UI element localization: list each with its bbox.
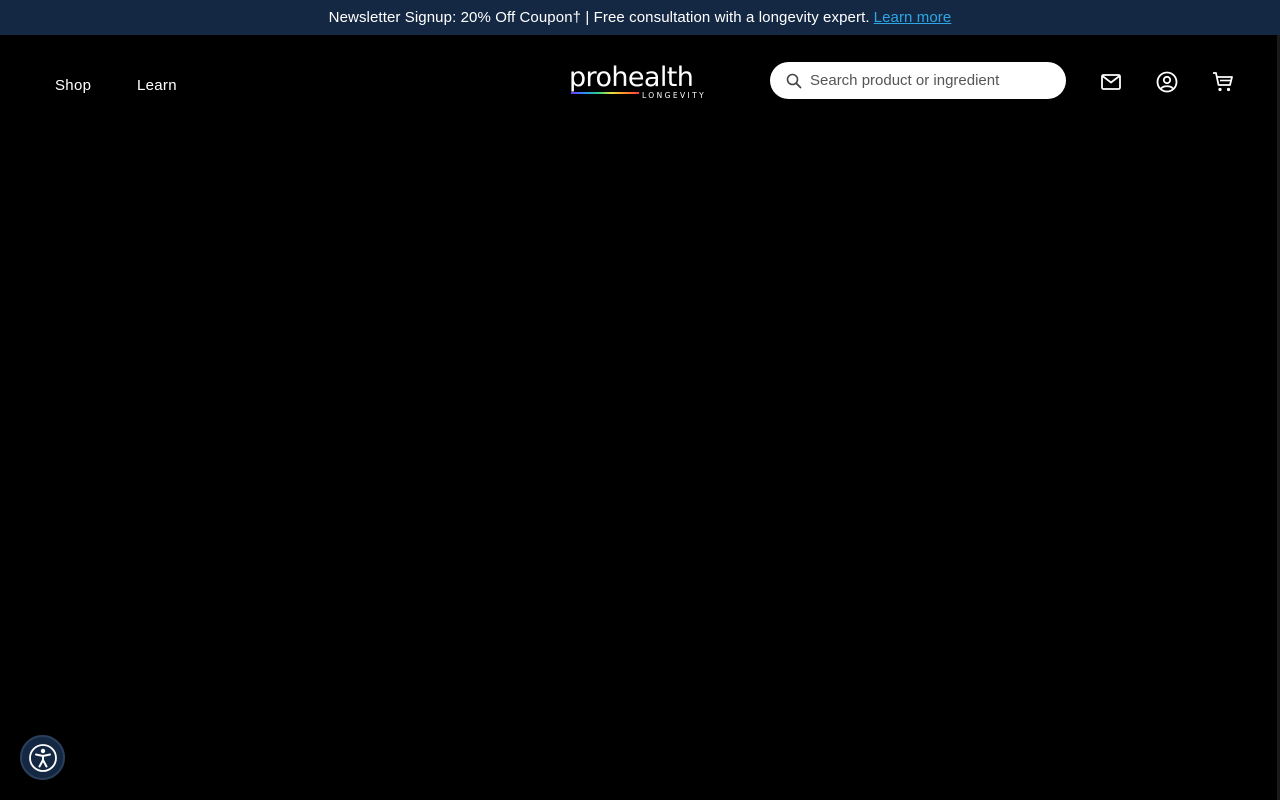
search-bar — [770, 62, 1066, 99]
prohealth-logo: prohealth LONGEVITY — [569, 62, 706, 100]
search-icon — [786, 73, 802, 88]
nav-item-learn[interactable]: Learn — [137, 77, 177, 94]
accessibility-button[interactable] — [20, 735, 65, 780]
cart-icon[interactable] — [1211, 70, 1235, 94]
svg-text:LONGEVITY: LONGEVITY — [642, 91, 706, 100]
account-icon[interactable] — [1155, 70, 1179, 94]
site-logo[interactable]: prohealth LONGEVITY — [568, 60, 714, 102]
site-header: Shop Learn prohealth LONGEVITY — [0, 35, 1280, 125]
announcement-text: Newsletter Signup: 20% Off Coupon† | Fre… — [328, 9, 870, 26]
svg-text:prohealth: prohealth — [569, 62, 693, 93]
search-input[interactable] — [810, 72, 1050, 89]
nav-item-shop[interactable]: Shop — [55, 77, 91, 94]
mail-icon[interactable] — [1099, 70, 1123, 94]
accessibility-icon — [28, 743, 57, 772]
learn-more-link[interactable]: Learn more — [874, 9, 952, 26]
announcement-bar: Newsletter Signup: 20% Off Coupon† | Fre… — [0, 0, 1280, 35]
